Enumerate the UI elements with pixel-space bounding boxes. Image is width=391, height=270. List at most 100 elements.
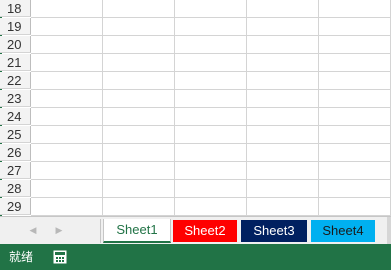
row-header[interactable]: 25 — [0, 126, 31, 143]
tab-sheet3[interactable]: Sheet3 — [241, 220, 307, 242]
grid-cell[interactable] — [31, 90, 103, 107]
grid-row: 23 — [0, 90, 391, 108]
grid-cell[interactable] — [319, 162, 391, 179]
grid-cell[interactable] — [103, 144, 175, 161]
grid-cell[interactable] — [319, 198, 391, 215]
grid-cell[interactable] — [103, 108, 175, 125]
row-header[interactable]: 29 — [0, 198, 31, 215]
row-header[interactable]: 21 — [0, 54, 31, 71]
row-header[interactable]: 23 — [0, 90, 31, 107]
tab-scroll-right-icon[interactable]: ▶ — [52, 223, 66, 237]
grid-cell[interactable] — [31, 18, 103, 35]
grid-row: 29 — [0, 198, 391, 216]
grid-cell[interactable] — [103, 0, 175, 17]
grid-row: 21 — [0, 54, 391, 72]
grid-cell[interactable] — [319, 18, 391, 35]
grid-cell[interactable] — [31, 144, 103, 161]
row-header[interactable]: 26 — [0, 144, 31, 161]
row-cells — [31, 126, 391, 144]
row-cells — [31, 108, 391, 126]
grid-row: 26 — [0, 144, 391, 162]
grid-cell[interactable] — [175, 36, 247, 53]
grid-cell[interactable] — [31, 162, 103, 179]
sheet-tab-bar: ◀ ▶ Sheet1 Sheet2 Sheet3 Sheet4 — [0, 216, 391, 244]
grid-cell[interactable] — [175, 18, 247, 35]
row-cells — [31, 180, 391, 198]
grid-cell[interactable] — [319, 72, 391, 89]
row-header[interactable]: 22 — [0, 72, 31, 89]
grid-cell[interactable] — [319, 54, 391, 71]
grid-cell[interactable] — [175, 198, 247, 215]
grid-cell[interactable] — [175, 126, 247, 143]
grid-cell[interactable] — [175, 90, 247, 107]
grid-cell[interactable] — [103, 162, 175, 179]
row-cells — [31, 90, 391, 108]
grid-cell[interactable] — [175, 162, 247, 179]
grid-cell[interactable] — [103, 90, 175, 107]
grid-cell[interactable] — [103, 54, 175, 71]
grid-cell[interactable] — [319, 36, 391, 53]
grid-cell[interactable] — [319, 108, 391, 125]
grid-cell[interactable] — [103, 126, 175, 143]
grid-cell[interactable] — [103, 180, 175, 197]
grid-cell[interactable] — [31, 72, 103, 89]
grid-cell[interactable] — [175, 180, 247, 197]
row-header[interactable]: 18 — [0, 0, 31, 17]
grid-cell[interactable] — [247, 198, 319, 215]
grid-row: 20 — [0, 36, 391, 54]
grid-cell[interactable] — [31, 108, 103, 125]
grid-cell[interactable] — [247, 180, 319, 197]
grid-cell[interactable] — [175, 108, 247, 125]
grid-cell[interactable] — [175, 54, 247, 71]
grid-cell[interactable] — [103, 72, 175, 89]
grid-cell[interactable] — [247, 90, 319, 107]
row-header[interactable]: 20 — [0, 36, 31, 53]
grid-row: 28 — [0, 180, 391, 198]
grid-row: 25 — [0, 126, 391, 144]
grid-cell[interactable] — [103, 36, 175, 53]
row-cells — [31, 36, 391, 54]
grid-cell[interactable] — [31, 36, 103, 53]
grid-cell[interactable] — [103, 198, 175, 215]
grid-cell[interactable] — [247, 144, 319, 161]
grid-cell[interactable] — [31, 126, 103, 143]
row-cells — [31, 54, 391, 72]
row-header[interactable]: 24 — [0, 108, 31, 125]
grid-cell[interactable] — [319, 0, 391, 17]
grid-cell[interactable] — [247, 36, 319, 53]
row-cells — [31, 18, 391, 36]
grid-row: 18 — [0, 0, 391, 18]
tab-sheet2[interactable]: Sheet2 — [173, 220, 237, 242]
tab-sheet4[interactable]: Sheet4 — [311, 220, 375, 242]
grid-cell[interactable] — [31, 0, 103, 17]
grid-cell[interactable] — [247, 54, 319, 71]
grid-cell[interactable] — [247, 0, 319, 17]
tab-divider — [100, 219, 101, 243]
grid-cell[interactable] — [31, 198, 103, 215]
tab-scroll-left-icon[interactable]: ◀ — [26, 223, 40, 237]
grid-cell[interactable] — [319, 144, 391, 161]
grid-cell[interactable] — [247, 72, 319, 89]
grid-cell[interactable] — [175, 144, 247, 161]
grid-cell[interactable] — [31, 54, 103, 71]
row-header[interactable]: 19 — [0, 18, 31, 35]
worksheet-grid[interactable]: 18 19 20 21 22 23 24 25 26 27 28 29 — [0, 0, 391, 216]
row-header[interactable]: 28 — [0, 180, 31, 197]
grid-cell[interactable] — [31, 180, 103, 197]
grid-cell[interactable] — [247, 18, 319, 35]
row-header[interactable]: 27 — [0, 162, 31, 179]
grid-cell[interactable] — [175, 0, 247, 17]
status-bar: 就绪 — [0, 244, 391, 270]
grid-row: 24 — [0, 108, 391, 126]
row-cells — [31, 72, 391, 90]
grid-cell[interactable] — [247, 108, 319, 125]
tab-sheet1[interactable]: Sheet1 — [103, 219, 171, 243]
grid-cell[interactable] — [319, 126, 391, 143]
grid-cell[interactable] — [247, 162, 319, 179]
macro-record-icon[interactable] — [53, 250, 67, 264]
grid-cell[interactable] — [319, 90, 391, 107]
grid-cell[interactable] — [247, 126, 319, 143]
grid-cell[interactable] — [103, 18, 175, 35]
grid-cell[interactable] — [319, 180, 391, 197]
grid-cell[interactable] — [175, 72, 247, 89]
